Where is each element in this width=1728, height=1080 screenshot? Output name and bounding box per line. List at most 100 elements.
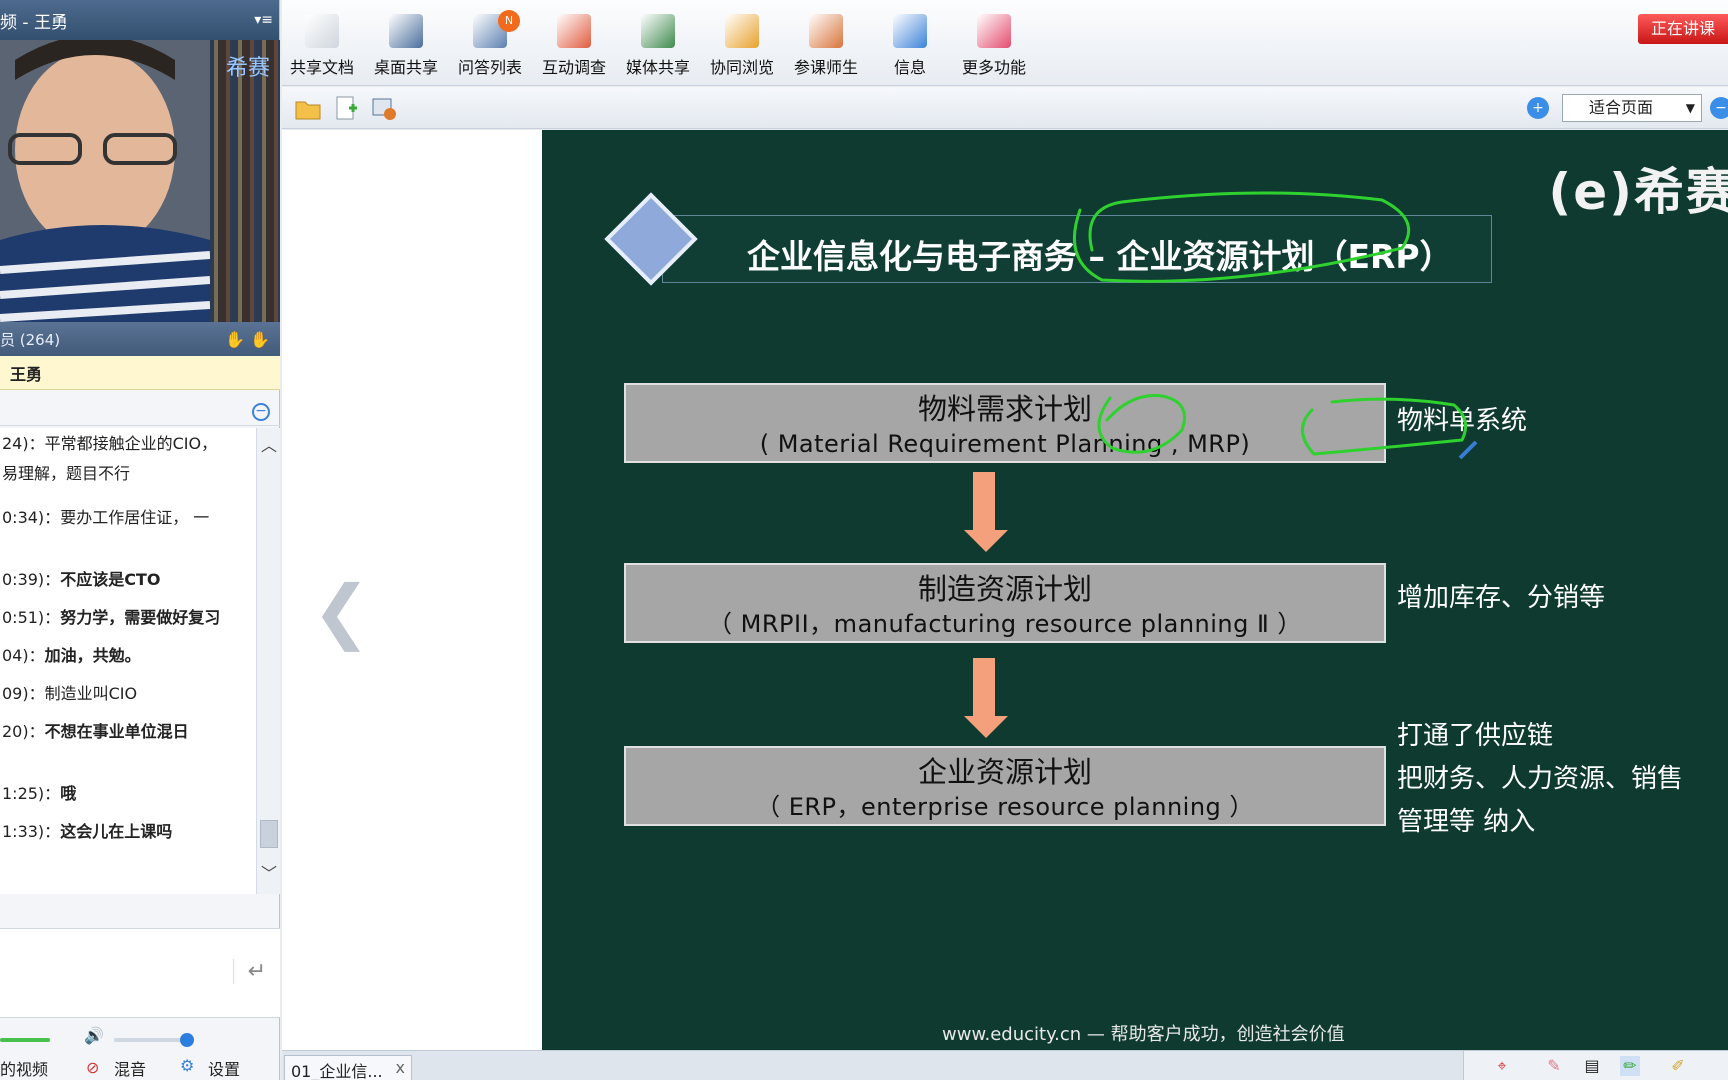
close-icon[interactable]: x (396, 1058, 405, 1077)
share-doc-button[interactable]: 共享文档 (282, 14, 362, 78)
mrpii-box: 制造资源计划 （ MRPII，manufacturing resource pl… (624, 563, 1386, 643)
highlighter-icon[interactable]: ✐ (1668, 1056, 1688, 1076)
previous-page-icon[interactable]: ❮ (312, 570, 371, 652)
attendees-count: 员 (264) (0, 330, 61, 349)
collapse-icon[interactable]: − (252, 402, 270, 421)
chat-message: 1:25)：哦 (0, 778, 76, 810)
scroll-up-icon[interactable]: ︿ (261, 432, 277, 456)
media-share-button[interactable]: 媒体共享 (618, 14, 698, 78)
info-icon (893, 14, 927, 48)
new-badge: N (498, 10, 520, 32)
media-share-label: 媒体共享 (625, 58, 690, 77)
clear-icon[interactable]: ▤ (1582, 1056, 1602, 1076)
browser-icon (725, 14, 759, 48)
zoom-in-icon[interactable]: + (1527, 97, 1549, 119)
people-icon (809, 14, 843, 48)
video-panel-title: 频 - 王勇 ▾≡ (0, 0, 279, 40)
pointer-icon[interactable]: ⌖ (1492, 1056, 1512, 1076)
info-button[interactable]: 信息 (870, 14, 950, 78)
bar-chart-icon (557, 14, 591, 48)
chat-message: 04)：加油，共勉。 (0, 640, 141, 672)
zoom-value: 适合页面 (1589, 98, 1654, 117)
chat-text: 不应该是CTO (60, 570, 161, 589)
chat-message: 20)：不想在事业单位混日 (0, 716, 189, 748)
scroll-thumb[interactable] (260, 820, 278, 848)
chat-header: − (0, 398, 280, 426)
chat-input[interactable]: ↵ (0, 928, 280, 1018)
chat-message: 1:33)：这会儿在上课吗 (0, 816, 172, 848)
more-functions-button[interactable]: 更多功能 (954, 14, 1034, 78)
send-icon[interactable]: ↵ (232, 959, 266, 984)
mix-label[interactable]: 混音 (114, 1056, 146, 1080)
desktop-share-button[interactable]: 桌面共享 (366, 14, 446, 78)
speaker-icon[interactable]: 🔊 (84, 1026, 104, 1045)
chat-text: 易理解，题目不行 (2, 464, 131, 483)
erp-subtitle: （ ERP，enterprise resource planning ） (756, 793, 1254, 821)
chat-text: 要办工作居住证， 一 (60, 508, 210, 527)
settings-label[interactable]: 设置 (208, 1056, 240, 1080)
chat-scrollbar[interactable]: ︿ ﹀ (256, 428, 280, 894)
chat-message: 09)：制造业叫CIO (0, 678, 137, 710)
annotation-tools: ⌖ ✎ ▤ ✏ ✐ (1463, 1051, 1728, 1080)
chat-time: 1:25)： (2, 784, 61, 803)
mrpii-subtitle: （ MRPII，manufacturing resource planning … (708, 610, 1302, 638)
page-settings-icon[interactable] (370, 94, 398, 122)
zoom-out-icon[interactable]: − (1710, 97, 1728, 119)
erp-title: 企业资源计划 (917, 755, 1092, 789)
note-finance: 把财务、人力资源、销售 (1397, 764, 1684, 794)
live-status-button[interactable]: 正在讲课 (1638, 14, 1728, 44)
panel-menu-icon[interactable]: ▾≡ (254, 12, 273, 28)
video-label[interactable]: 的视频 (0, 1056, 48, 1080)
qa-list-button[interactable]: N 问答列表 (450, 10, 530, 78)
chat-message: 0:34)：要办工作居住证， 一 (0, 502, 209, 534)
scroll-down-icon[interactable]: ﹀ (261, 860, 277, 884)
attendees-bar[interactable]: 员 (264) ✋ ✋ (0, 322, 280, 356)
slide-footer: www.educity.cn — 帮助客户成功，创造社会价值 (942, 1024, 1345, 1045)
mrp-box: 物料需求计划 ( Material Requirement Planning ,… (624, 383, 1386, 463)
document-tab[interactable]: 01_企业信... x (284, 1055, 412, 1080)
survey-button[interactable]: 互动调查 (534, 14, 614, 78)
new-page-icon[interactable] (332, 94, 360, 122)
slide-title: 企业信息化与电子商务 – 企业资源计划（ERP） (747, 237, 1453, 276)
video-slider[interactable] (0, 1038, 50, 1042)
folder-icon[interactable] (294, 94, 322, 122)
document-viewer: ❮ (e)希赛 企业信息化与电子商务 – 企业资源计划（ERP） 物料需求计划 … (282, 130, 1728, 1050)
av-controls: 🔊 的视频 ⊘ 混音 ⚙ 设置 (0, 1020, 280, 1080)
survey-label: 互动调查 (541, 58, 606, 77)
hand-icons[interactable]: ✋ ✋ (225, 330, 270, 349)
note-inventory: 增加库存、分销等 (1397, 583, 1606, 613)
bottom-bar: 01_企业信... x ⌖ ✎ ▤ ✏ ✐ (282, 1050, 1728, 1080)
info-label: 信息 (893, 58, 926, 77)
co-browse-button[interactable]: 协同浏览 (702, 14, 782, 78)
zoom-select[interactable]: 适合页面 ▼ (1562, 94, 1702, 122)
volume-slider[interactable] (114, 1033, 194, 1047)
chat-time: 04)： (2, 646, 45, 665)
note-management: 管理等 纳入 (1397, 807, 1536, 837)
chat-text: 努力学，需要做好复习 (60, 608, 221, 627)
eraser-icon[interactable]: ✎ (1544, 1056, 1564, 1076)
chat-time: 0:51)： (2, 608, 61, 627)
chat-text: 这会儿在上课吗 (60, 822, 173, 841)
down-arrow-icon (964, 472, 1008, 552)
chat-text: 不想在事业单位混日 (44, 722, 189, 741)
mix-icon: ⊘ (86, 1058, 100, 1077)
brand-logo: (e)希赛 (1548, 163, 1728, 221)
current-speaker[interactable]: 王勇 (0, 356, 280, 390)
chat-list: 24)：平常都接触企业的CIO， 易理解，题目不行 0:34)：要办工作居住证， 一… (0, 428, 256, 894)
chat-time: 0:39)： (2, 570, 61, 589)
participants-button[interactable]: 参课师生 (786, 14, 866, 78)
note-bom: 物料单系统 (1397, 406, 1528, 436)
chat-message: 0:51)：努力学，需要做好复习 (0, 602, 220, 634)
erp-box: 企业资源计划 （ ERP，enterprise resource plannin… (624, 746, 1386, 826)
mrp-title: 物料需求计划 (917, 392, 1092, 426)
speaker-figure (0, 40, 210, 322)
pen-icon[interactable]: ✏ (1620, 1056, 1640, 1076)
chat-text: 制造业叫CIO (44, 684, 138, 703)
co-browse-label: 协同浏览 (709, 58, 774, 77)
slide: (e)希赛 企业信息化与电子商务 – 企业资源计划（ERP） 物料需求计划 ( … (542, 130, 1728, 1050)
left-panel: 频 - 王勇 ▾≡ 希赛 员 (264) ✋ ✋ 王勇 − 24)：平常都接触企… (0, 0, 280, 1080)
main-toolbar: 共享文档 桌面共享 N 问答列表 互动调查 媒体共享 协同浏览 参课师生 信息 … (282, 0, 1728, 86)
chat-text: 哦 (60, 784, 77, 803)
chat-text: 加油，共勉。 (44, 646, 141, 665)
chat-text: 平常都接触企业的CIO， (44, 434, 218, 453)
